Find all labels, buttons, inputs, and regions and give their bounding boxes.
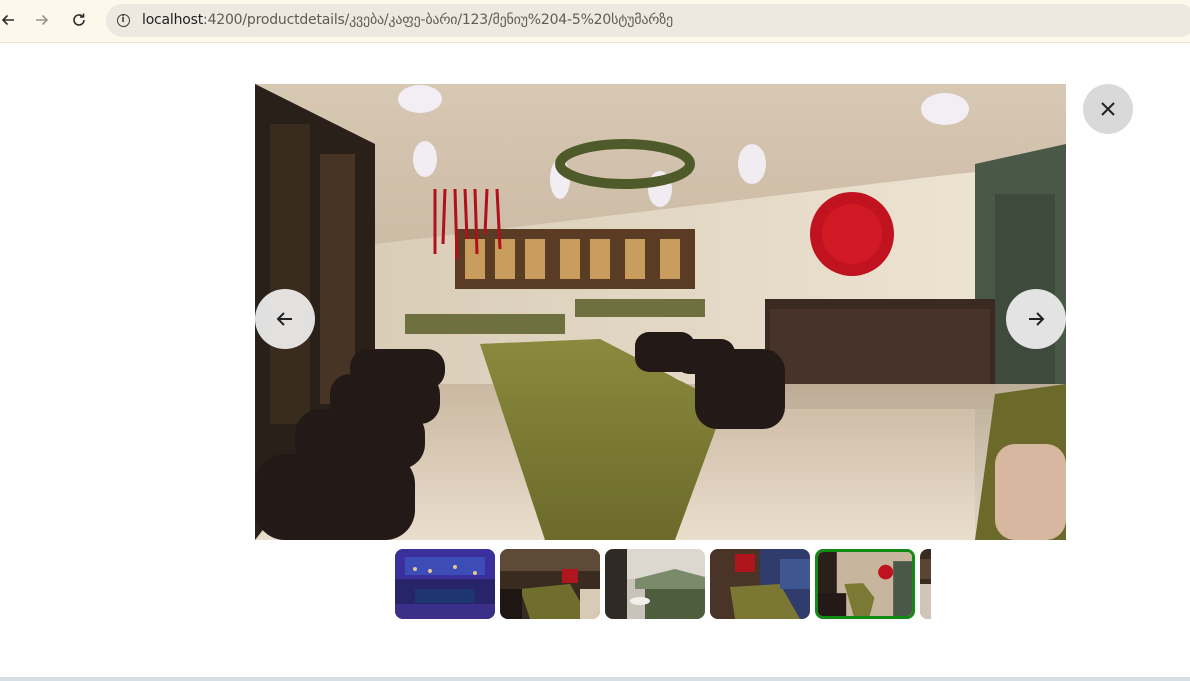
back-button[interactable] xyxy=(0,8,20,32)
thumbnail-6[interactable] xyxy=(920,549,931,619)
previous-image-button[interactable] xyxy=(255,289,315,349)
address-bar[interactable]: i localhost:4200/productdetails/კვება/კა… xyxy=(106,4,1190,37)
reload-button[interactable] xyxy=(67,8,91,32)
thumbnail-5[interactable] xyxy=(815,549,915,619)
reload-icon xyxy=(73,13,85,26)
site-info-button[interactable]: i xyxy=(112,9,134,31)
thumbnail-2[interactable] xyxy=(500,549,600,619)
thumbnail-image xyxy=(710,549,810,619)
thumbnail-image xyxy=(818,552,912,616)
thumbnail-strip xyxy=(395,549,931,619)
arrow-left-icon xyxy=(1,14,14,26)
thumbnail-image xyxy=(920,549,931,619)
info-icon: i xyxy=(116,13,130,27)
browser-toolbar: i localhost:4200/productdetails/კვება/კა… xyxy=(0,0,1190,43)
thumbnail-image xyxy=(500,549,600,619)
thumbnail-4[interactable] xyxy=(710,549,810,619)
url-host: localhost xyxy=(142,12,204,28)
forward-button[interactable] xyxy=(30,8,54,32)
restaurant-interior-photo xyxy=(255,84,1066,540)
arrow-right-icon xyxy=(1029,312,1045,326)
thumbnail-1[interactable] xyxy=(395,549,495,619)
close-gallery-button[interactable] xyxy=(1083,84,1133,134)
thumbnail-image xyxy=(395,549,495,619)
main-gallery-image xyxy=(255,84,1066,540)
url-path: :4200/productdetails/კვება/კაფე-ბარი/123… xyxy=(203,12,673,28)
url-text[interactable]: localhost:4200/productdetails/კვება/კაფე… xyxy=(142,12,673,28)
thumbnail-image xyxy=(605,549,705,619)
page-bottom-border xyxy=(0,677,1190,681)
arrow-right-icon xyxy=(36,14,49,26)
arrow-left-icon xyxy=(276,312,292,326)
thumbnail-3[interactable] xyxy=(605,549,705,619)
next-image-button[interactable] xyxy=(1006,289,1066,349)
close-icon xyxy=(1101,102,1115,116)
